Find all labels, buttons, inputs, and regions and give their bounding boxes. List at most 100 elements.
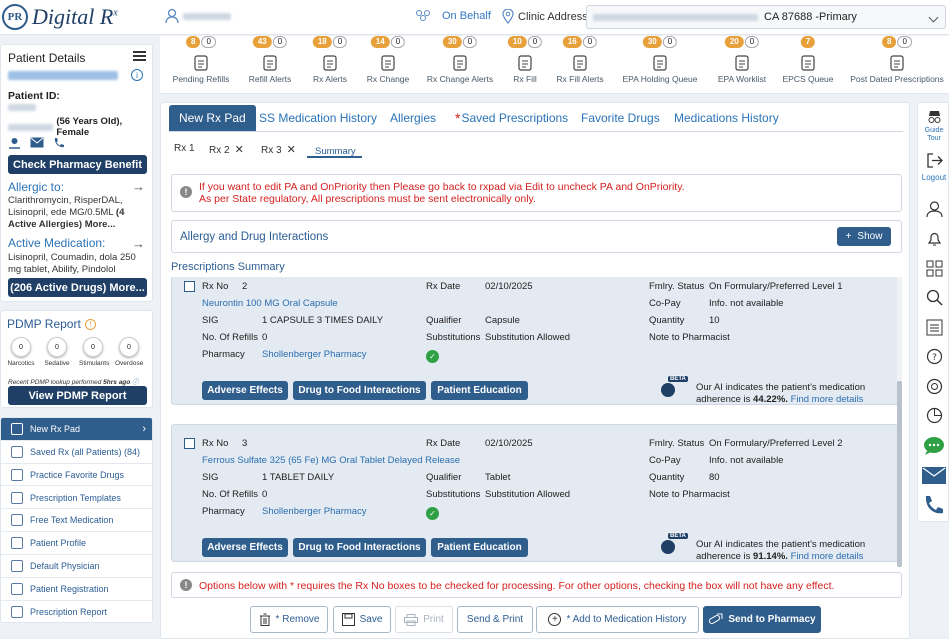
scrollbar-thumb[interactable] xyxy=(897,381,902,567)
rx-no-label: Rx No xyxy=(202,281,229,292)
queue-count: 10 xyxy=(507,36,527,48)
info-icon[interactable]: i xyxy=(131,69,143,81)
queue-item-pending-refills[interactable]: 8 0 Pending Refills xyxy=(161,36,241,94)
sidebar-item-label: Prescription Templates xyxy=(30,492,121,503)
queue-item-epa-holding-queue[interactable]: 30 0 EPA Holding Queue xyxy=(620,36,700,94)
tab-saved-prescriptions[interactable]: * Saved Prescriptions xyxy=(455,105,568,131)
queue-item-rx-change[interactable]: 14 0 Rx Change xyxy=(348,36,428,94)
help-icon[interactable]: ? xyxy=(926,348,943,365)
queue-item-post-dated-prescriptions[interactable]: 8 0 Post Dated Prescriptions xyxy=(850,36,944,94)
sidebar-item-saved-rx-all-patients-84[interactable]: Saved Rx (all Patients) (84) xyxy=(1,441,152,464)
tab-favorite-drugs[interactable]: Favorite Drugs xyxy=(581,105,660,131)
mail-icon[interactable] xyxy=(922,467,946,484)
mail-icon[interactable] xyxy=(30,137,44,148)
chat-icon[interactable] xyxy=(923,436,945,456)
adverse-effects-button[interactable]: Adverse Effects xyxy=(202,381,288,400)
clinic-address-select[interactable]: CA 87688 -Primary xyxy=(586,5,946,29)
support-icon[interactable] xyxy=(926,378,943,395)
logout-icon[interactable] xyxy=(926,152,943,169)
tab-new-rx-pad[interactable]: New Rx Pad xyxy=(169,105,256,131)
save-button[interactable]: Save xyxy=(333,606,391,633)
scrollbar[interactable] xyxy=(897,277,902,567)
allergy-panel-title: Allergy and Drug Interactions xyxy=(180,231,329,243)
tab-allergies[interactable]: Allergies xyxy=(390,105,436,131)
logo[interactable]: PR Digital Rx xyxy=(2,4,118,30)
pharmacy-link[interactable]: Shollenberger Pharmacy xyxy=(262,506,367,517)
adverse-effects-button[interactable]: Adverse Effects xyxy=(202,538,288,557)
view-pdmp-report-button[interactable]: View PDMP Report xyxy=(8,386,147,405)
calendar-icon xyxy=(890,55,904,71)
warning-icon xyxy=(263,55,277,71)
patient-education-button[interactable]: Patient Education xyxy=(431,538,528,557)
active-medication-title[interactable]: Active Medication: xyxy=(8,236,105,250)
print-button[interactable]: Print xyxy=(395,606,453,633)
phone-icon[interactable] xyxy=(923,495,945,517)
sidebar-item-prescription-templates[interactable]: Prescription Templates xyxy=(1,487,152,510)
pharmacy-link[interactable]: Shollenberger Pharmacy xyxy=(262,349,367,360)
tab-ss-medication-history[interactable]: SS Medication History xyxy=(259,105,377,131)
send-print-button[interactable]: Send & Print xyxy=(457,606,533,633)
search-icon[interactable] xyxy=(926,289,943,306)
quantity-label: Quantity xyxy=(649,315,685,326)
bell-icon[interactable] xyxy=(926,230,943,247)
info-icon[interactable]: ! xyxy=(84,318,96,330)
info-icon[interactable]: ⓘ xyxy=(132,379,139,386)
chevron-down-icon xyxy=(928,12,939,23)
drug-name-link[interactable]: Ferrous Sulfate 325 (65 Fe) MG Oral Tabl… xyxy=(202,455,460,466)
grid-icon[interactable] xyxy=(926,260,943,277)
list-icon[interactable] xyxy=(926,319,943,336)
add-to-medication-history-button[interactable]: + * Add to Medication History xyxy=(536,606,699,633)
copay-value: Info. not available xyxy=(709,298,784,309)
remove-button[interactable]: * Remove xyxy=(250,606,328,633)
logout-label[interactable]: Logout xyxy=(918,173,949,182)
queue-item-epcs-queue[interactable]: 7 EPCS Queue xyxy=(768,36,848,94)
patient-education-button[interactable]: Patient Education xyxy=(431,381,528,400)
subtab-rx-2[interactable]: Rx 2 ✕ xyxy=(209,143,244,156)
queue-count-secondary: 0 xyxy=(744,36,760,48)
sidebar-item-practice-favorite-drugs[interactable]: Practice Favorite Drugs xyxy=(1,464,152,487)
queue-count: 43 xyxy=(252,36,272,48)
location-icon[interactable] xyxy=(8,137,21,149)
tab-medications-history[interactable]: Medications History xyxy=(674,105,779,131)
subtab-summary[interactable]: Summary xyxy=(307,140,362,158)
close-icon[interactable]: ✕ xyxy=(235,144,244,156)
guide-tour-icon[interactable] xyxy=(926,109,943,126)
sidebar-item-patient-profile[interactable]: Patient Profile xyxy=(1,533,152,556)
user-name-redacted xyxy=(183,12,231,20)
ai-adherence-icon: BETA xyxy=(660,533,690,559)
check-pharmacy-benefit-button[interactable]: Check Pharmacy Benefit xyxy=(8,155,147,174)
user-icon[interactable] xyxy=(926,201,943,218)
swap-arrows-icon xyxy=(381,55,395,71)
rx-select-checkbox[interactable] xyxy=(184,281,195,292)
queue-count: 18 xyxy=(312,36,332,48)
subtab-rx-3[interactable]: Rx 3 ✕ xyxy=(261,143,296,156)
show-button[interactable]: + Show xyxy=(837,227,891,246)
sidebar-item-prescription-report[interactable]: Prescription Report xyxy=(1,601,152,622)
arrow-right-icon[interactable]: → xyxy=(132,236,145,251)
drug-food-interactions-button[interactable]: Drug to Food Interactions xyxy=(293,538,426,557)
active-drugs-more-button[interactable]: (206 Active Drugs) More... xyxy=(8,278,147,297)
user-menu[interactable] xyxy=(165,8,231,24)
on-behalf-button[interactable]: On Behalf xyxy=(414,9,491,23)
pie-chart-icon[interactable] xyxy=(926,407,943,424)
pdmp-card: PDMP Report ! 0 Narcotics 0 Sedative 0 Stimul… xyxy=(0,310,153,408)
guide-tour-label[interactable]: Guide Tour xyxy=(918,127,949,143)
sidebar-item-default-physician[interactable]: Default Physician xyxy=(1,555,152,579)
queue-item-rx-fill-alerts[interactable]: 16 0 Rx Fill Alerts xyxy=(540,36,620,94)
find-more-details-link[interactable]: Find more details xyxy=(791,551,864,562)
sidebar-item-patient-registration[interactable]: Patient Registration xyxy=(1,578,152,601)
find-more-details-link[interactable]: Find more details xyxy=(791,394,864,405)
rx-select-checkbox[interactable] xyxy=(184,438,195,449)
sidebar-item-free-text-medication[interactable]: Free Text Medication xyxy=(1,510,152,533)
hourglass-icon xyxy=(194,55,208,71)
subtab-rx-1[interactable]: Rx 1 xyxy=(174,143,195,154)
drug-food-interactions-button[interactable]: Drug to Food Interactions xyxy=(293,381,426,400)
phone-icon[interactable] xyxy=(53,137,65,149)
allergic-to-title[interactable]: Allergic to: xyxy=(8,180,64,194)
arrow-right-icon[interactable]: → xyxy=(132,179,145,194)
drug-name-link[interactable]: Neurontin 100 MG Oral Capsule xyxy=(202,298,338,309)
send-to-pharmacy-button[interactable]: Send to Pharmacy xyxy=(703,606,821,633)
sidebar-item-new-rx-pad[interactable]: New Rx Pad › xyxy=(1,418,152,441)
close-icon[interactable]: ✕ xyxy=(287,144,296,156)
hamburger-menu-icon[interactable] xyxy=(133,51,146,61)
